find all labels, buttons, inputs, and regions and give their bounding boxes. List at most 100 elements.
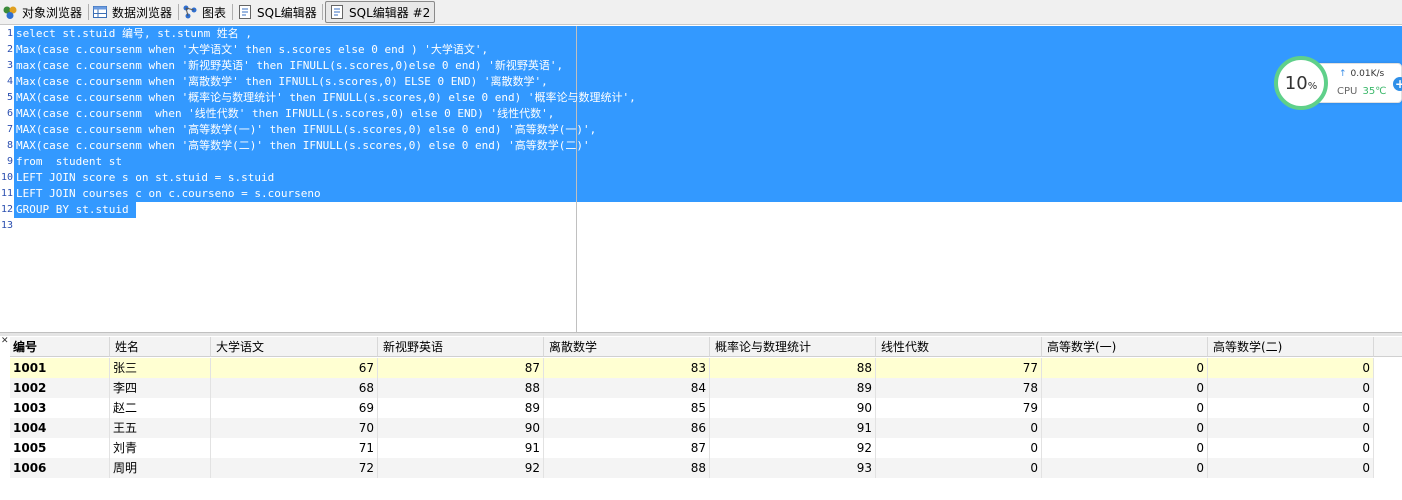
cpu-status: CPU 35℃ bbox=[1337, 86, 1387, 97]
table-cell[interactable]: 0 bbox=[1042, 418, 1208, 438]
table-cell[interactable]: 0 bbox=[876, 438, 1042, 458]
table-cell[interactable]: 89 bbox=[378, 398, 544, 418]
panel-splitter[interactable] bbox=[0, 332, 1402, 336]
table-cell[interactable]: 0 bbox=[1042, 458, 1208, 478]
table-cell[interactable]: 90 bbox=[710, 398, 876, 418]
table-cell[interactable]: 69 bbox=[211, 398, 378, 418]
table-cell[interactable]: 1002 bbox=[10, 378, 110, 398]
table-cell[interactable]: 周明 bbox=[110, 458, 211, 478]
table-row[interactable]: 1003 赵二 69 89 85 90 79 0 0 bbox=[10, 398, 1374, 418]
table-row[interactable]: 1001 张三 67 87 83 88 77 0 0 bbox=[10, 358, 1374, 378]
line-number: 9 bbox=[6, 156, 13, 167]
table-cell[interactable]: 72 bbox=[211, 458, 378, 478]
table-cell[interactable]: 70 bbox=[211, 418, 378, 438]
table-cell[interactable]: 88 bbox=[544, 458, 710, 478]
table-cell[interactable]: 86 bbox=[544, 418, 710, 438]
code-line: LEFT JOIN courses c on c.courseno = s.co… bbox=[16, 187, 321, 200]
cpu-temperature: 35℃ bbox=[1362, 86, 1387, 97]
table-cell[interactable]: 71 bbox=[211, 438, 378, 458]
table-cell[interactable]: 88 bbox=[710, 358, 876, 378]
memory-usage-value: 10 bbox=[1284, 72, 1308, 94]
table-row[interactable]: 1004 王五 70 90 86 91 0 0 0 bbox=[10, 418, 1374, 438]
table-cell[interactable]: 92 bbox=[378, 458, 544, 478]
column-header[interactable]: 高等数学(一) bbox=[1042, 337, 1208, 357]
upload-arrow-icon: ↑ bbox=[1339, 69, 1347, 79]
table-cell[interactable]: 王五 bbox=[110, 418, 211, 438]
table-cell[interactable]: 87 bbox=[378, 358, 544, 378]
table-cell[interactable]: 0 bbox=[1208, 438, 1374, 458]
table-cell[interactable]: 78 bbox=[876, 378, 1042, 398]
line-number: 6 bbox=[6, 108, 13, 119]
table-cell[interactable]: 91 bbox=[378, 438, 544, 458]
table-cell[interactable]: 1001 bbox=[10, 358, 110, 378]
table-cell[interactable]: 1006 bbox=[10, 458, 110, 478]
tab-sql-editor[interactable]: SQL编辑器 bbox=[237, 1, 317, 23]
table-cell[interactable]: 87 bbox=[544, 438, 710, 458]
code-line: MAX(case c.coursenm when '线性代数' then IFN… bbox=[16, 107, 555, 120]
tab-label: 数据浏览器 bbox=[112, 5, 173, 20]
cpu-label: CPU bbox=[1337, 86, 1358, 97]
table-cell[interactable]: 0 bbox=[1208, 378, 1374, 398]
table-cell[interactable]: 83 bbox=[544, 358, 710, 378]
line-number: 3 bbox=[6, 60, 13, 71]
column-header[interactable]: 线性代数 bbox=[876, 337, 1042, 357]
column-header[interactable]: 大学语文 bbox=[211, 337, 378, 357]
sql-editor[interactable]: 1 2 3 4 5 6 7 8 9 10 11 12 13 select st.… bbox=[0, 26, 1402, 332]
tab-sql-editor-2[interactable]: SQL编辑器 #2 bbox=[325, 1, 436, 23]
table-cell[interactable]: 79 bbox=[876, 398, 1042, 418]
column-header[interactable]: 姓名 bbox=[110, 337, 211, 357]
code-line: MAX(case c.coursenm when '概率论与数理统计' then… bbox=[16, 91, 636, 104]
table-cell[interactable]: 0 bbox=[1208, 458, 1374, 478]
line-number: 1 bbox=[6, 28, 13, 39]
table-cell[interactable]: 0 bbox=[876, 418, 1042, 438]
code-line: GROUP BY st.stuid bbox=[16, 203, 129, 216]
table-row[interactable]: 1005 刘青 71 91 87 92 0 0 0 bbox=[10, 438, 1374, 458]
table-cell[interactable]: 0 bbox=[876, 458, 1042, 478]
table-cell[interactable]: 1004 bbox=[10, 418, 110, 438]
table-cell[interactable]: 0 bbox=[1208, 398, 1374, 418]
tab-object-browser[interactable]: 对象浏览器 bbox=[2, 1, 82, 23]
column-header[interactable]: 概率论与数理统计 bbox=[710, 337, 876, 357]
column-header[interactable]: 编号 bbox=[10, 337, 110, 357]
column-header[interactable]: 新视野英语 bbox=[378, 337, 544, 357]
table-cell[interactable]: 1005 bbox=[10, 438, 110, 458]
column-header[interactable]: 离散数学 bbox=[544, 337, 710, 357]
table-cell[interactable]: 93 bbox=[710, 458, 876, 478]
table-cell[interactable]: 91 bbox=[710, 418, 876, 438]
code-line: MAX(case c.coursenm when '高等数学(二)' then … bbox=[16, 139, 590, 152]
table-cell[interactable]: 张三 bbox=[110, 358, 211, 378]
table-cell[interactable]: 85 bbox=[544, 398, 710, 418]
code-line: LEFT JOIN score s on st.stuid = s.stuid bbox=[16, 171, 275, 184]
tab-chart[interactable]: 图表 bbox=[182, 1, 226, 23]
table-cell[interactable]: 89 bbox=[710, 378, 876, 398]
column-header[interactable]: 高等数学(二) bbox=[1208, 337, 1374, 357]
table-cell[interactable]: 88 bbox=[378, 378, 544, 398]
table-cell[interactable]: 77 bbox=[876, 358, 1042, 378]
line-number: 2 bbox=[6, 44, 13, 55]
object-browser-icon bbox=[2, 4, 18, 20]
memory-usage-gauge[interactable]: 10% bbox=[1274, 56, 1328, 110]
table-cell[interactable]: 0 bbox=[1208, 418, 1374, 438]
table-cell[interactable]: 赵二 bbox=[110, 398, 211, 418]
table-cell[interactable]: 67 bbox=[211, 358, 378, 378]
table-cell[interactable]: 刘青 bbox=[110, 438, 211, 458]
table-row[interactable]: 1006 周明 72 92 88 93 0 0 0 bbox=[10, 458, 1374, 478]
expand-plus-icon[interactable]: + bbox=[1393, 77, 1402, 91]
system-monitor-widget[interactable]: ↑ 0.01K/s CPU 35℃ 10% + bbox=[1272, 56, 1402, 112]
table-cell[interactable]: 92 bbox=[710, 438, 876, 458]
table-cell[interactable]: 84 bbox=[544, 378, 710, 398]
tab-data-browser[interactable]: 数据浏览器 bbox=[92, 1, 172, 23]
table-cell[interactable]: 0 bbox=[1042, 398, 1208, 418]
table-cell[interactable]: 0 bbox=[1042, 378, 1208, 398]
table-cell[interactable]: 0 bbox=[1042, 358, 1208, 378]
table-cell[interactable]: 68 bbox=[211, 378, 378, 398]
table-cell[interactable]: 李四 bbox=[110, 378, 211, 398]
code-line: select st.stuid 编号, st.stunm 姓名 , bbox=[16, 27, 253, 40]
table-cell[interactable]: 0 bbox=[1208, 358, 1374, 378]
table-cell[interactable]: 90 bbox=[378, 418, 544, 438]
table-cell[interactable]: 1003 bbox=[10, 398, 110, 418]
toolbar: 对象浏览器 数据浏览器 图表 SQL编辑器 SQL编辑器 #2 bbox=[0, 0, 1402, 25]
table-cell[interactable]: 0 bbox=[1042, 438, 1208, 458]
table-row[interactable]: 1002 李四 68 88 84 89 78 0 0 bbox=[10, 378, 1374, 398]
close-results-icon[interactable]: ✕ bbox=[1, 336, 9, 346]
